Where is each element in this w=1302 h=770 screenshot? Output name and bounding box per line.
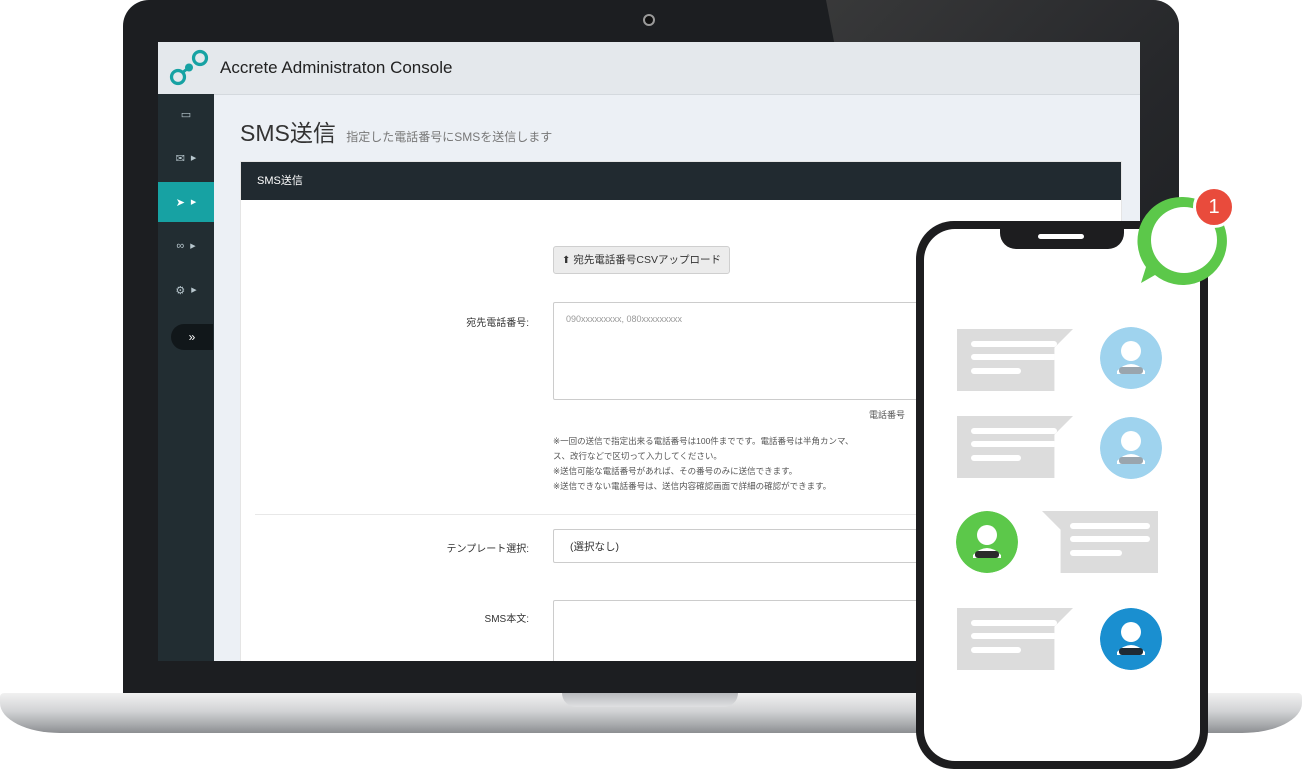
link-icon: ∞ (176, 240, 185, 252)
phone-numbers-label: 宛先電話番号: (466, 318, 529, 329)
gear-icon: ⚙ (175, 284, 186, 297)
sidebar-item-dashboard[interactable]: ▭ (158, 94, 214, 134)
upload-icon: ⬆ (562, 255, 571, 266)
note-line: ※送信できない電話番号は、送信内容確認画面で詳細の確認ができます。 (553, 481, 832, 491)
phone-input-notes: ※一回の送信で指定出来る電話番号は100件までです。電話番号は半角カンマ、 ス、… (553, 434, 953, 494)
caret-right-icon: ▶ (191, 287, 197, 294)
user-avatar-dark-blue-icon (1100, 608, 1162, 670)
caret-right-icon: ▶ (190, 199, 197, 206)
csv-upload-label: 宛先電話番号CSVアップロード (573, 254, 721, 266)
page-header: SMS送信 指定した電話番号にSMSを送信します (240, 114, 552, 148)
laptop-base-notch (562, 693, 738, 707)
caret-right-icon: ▶ (190, 243, 196, 250)
user-avatar-light-blue-icon (1100, 327, 1162, 389)
template-select-label: テンプレート選択: (446, 544, 529, 555)
sms-body-input[interactable] (553, 600, 955, 661)
laptop-icon: ▭ (180, 108, 192, 121)
smartphone-speaker (1038, 234, 1084, 239)
sidebar-item-links[interactable]: ∞ ▶ (158, 226, 214, 266)
webcam-icon (643, 14, 655, 26)
phone-numbers-input[interactable]: 090xxxxxxxxx, 080xxxxxxxxx (553, 302, 955, 400)
note-line: ※一回の送信で指定出来る電話番号は100件までです。電話番号は半角カンマ、 (553, 436, 854, 446)
template-select[interactable]: (選択なし) (553, 529, 953, 563)
sidebar-item-settings[interactable]: ⚙ ▶ (158, 270, 214, 310)
sidebar: ▭ ✉ ▶ ➤ ▶ ∞ ▶ ⚙ ▶ » (158, 94, 214, 661)
panel-header: SMS送信 (241, 162, 1121, 200)
caret-right-icon: ▶ (190, 155, 197, 162)
accrete-logo-icon (169, 49, 209, 86)
csv-upload-button[interactable]: ⬆ 宛先電話番号CSVアップロード (553, 246, 730, 274)
smartphone-screen (924, 229, 1200, 761)
note-line: ※送信可能な電話番号があれば、その番号のみに送信できます。 (553, 466, 798, 476)
double-chevron-right-icon: » (188, 330, 196, 344)
phone-numbers-placeholder: 090xxxxxxxxx, 080xxxxxxxxx (566, 314, 683, 324)
phone-count-text: 電話番号 (869, 410, 906, 420)
sidebar-item-sms[interactable]: ➤ ▶ (158, 182, 214, 222)
sidebar-collapse-button[interactable]: » (171, 324, 213, 350)
page-subtitle: 指定した電話番号にSMSを送信します (346, 130, 553, 144)
sms-body-label: SMS本文: (484, 614, 529, 625)
paper-plane-icon: ➤ (175, 196, 185, 209)
envelope-icon: ✉ (175, 152, 185, 165)
note-line: ス、改行などで区切って入力してください。 (553, 451, 722, 461)
page-title: SMS送信 (240, 120, 336, 146)
top-bar: Accrete Administraton Console (158, 42, 1140, 95)
user-avatar-green-icon (956, 511, 1018, 573)
notification-badge: 1 (1193, 186, 1235, 228)
sidebar-item-mail[interactable]: ✉ ▶ (158, 138, 214, 178)
app-title: Accrete Administraton Console (220, 58, 453, 77)
user-avatar-light-blue-icon (1100, 417, 1162, 479)
